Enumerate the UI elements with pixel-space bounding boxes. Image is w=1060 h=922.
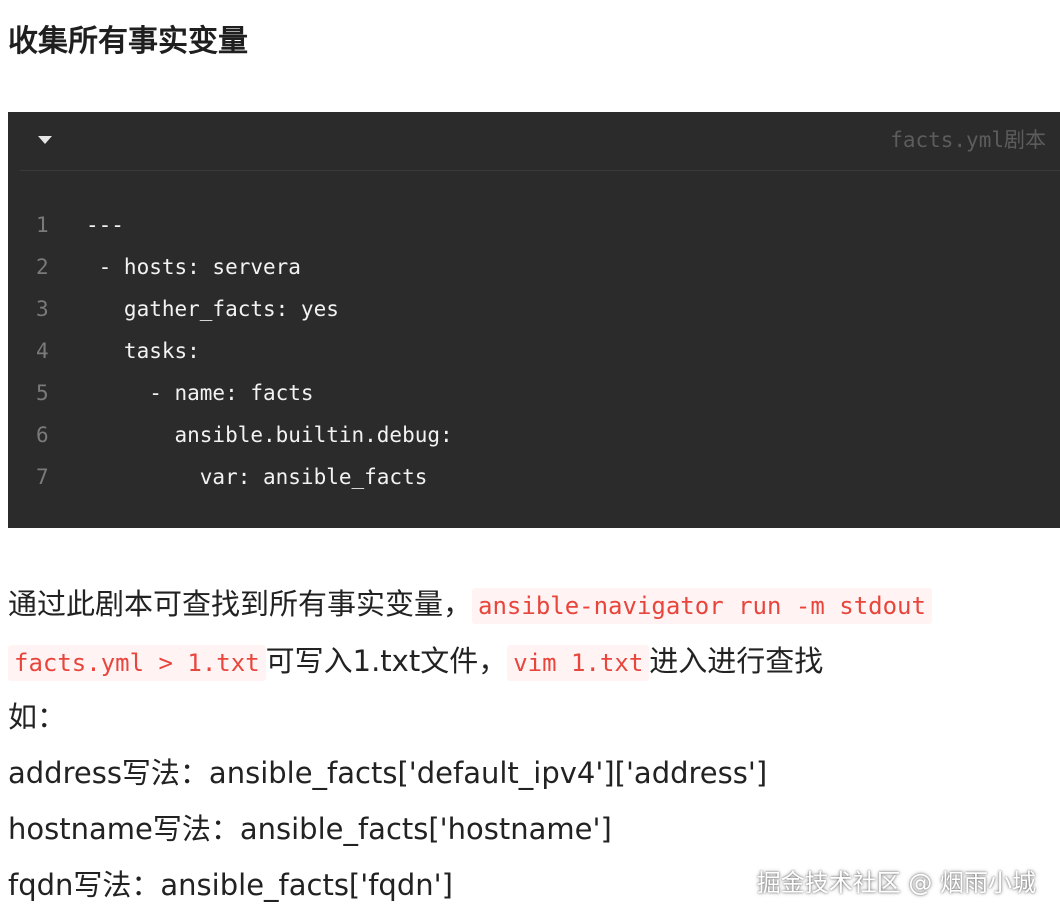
code-line: 2 - hosts: servera <box>8 246 1060 288</box>
inline-code: vim 1.txt <box>507 645 650 681</box>
line-text: var: ansible_facts <box>86 465 428 489</box>
line-text: gather_facts: yes <box>86 297 339 321</box>
paragraph-line-1: 通过此剧本可查找到所有事实变量， ansible-navigator run -m… <box>8 584 932 626</box>
line-number: 5 <box>36 381 49 405</box>
code-line: 6 ansible.builtin.debug: <box>8 414 1060 456</box>
code-line: 5 - name: facts <box>8 372 1060 414</box>
line-number: 2 <box>36 255 49 279</box>
line-number: 1 <box>36 213 49 237</box>
inline-code: facts.yml > 1.txt <box>8 645 266 681</box>
paragraph-line-2: facts.yml > 1.txt 可写入1.txt文件， vim 1.txt 进入进… <box>8 641 823 683</box>
paragraph-text: 通过此剧本可查找到所有事实变量， <box>8 587 473 621</box>
code-block: facts.yml剧本 1 --- 2 - hosts: servera 3 g… <box>8 112 1060 528</box>
line-text: ansible.builtin.debug: <box>86 423 453 447</box>
code-line: 7 var: ansible_facts <box>8 456 1060 498</box>
paragraph-line-5: hostname写法：ansible_facts['hostname'] <box>8 812 612 846</box>
paragraph-line-3: 如： <box>8 700 67 734</box>
paragraph-text: 进入进行查找 <box>649 644 824 678</box>
code-line: 3 gather_facts: yes <box>8 288 1060 330</box>
inline-code: ansible-navigator run -m stdout <box>472 588 932 624</box>
line-number: 4 <box>36 339 49 363</box>
line-text: - name: facts <box>86 381 314 405</box>
line-text: - hosts: servera <box>86 255 301 279</box>
code-body[interactable]: 1 --- 2 - hosts: servera 3 gather_facts:… <box>8 204 1060 498</box>
paragraph-text: 可写入1.txt文件， <box>265 644 508 678</box>
line-text: tasks: <box>86 339 200 363</box>
paragraph-line-4: address写法：ansible_facts['default_ipv4'][… <box>8 756 768 790</box>
line-number: 6 <box>36 423 49 447</box>
watermark: 掘金技术社区 @ 烟雨小城 <box>756 869 1036 897</box>
code-line: 1 --- <box>8 204 1060 246</box>
collapse-triangle-icon[interactable] <box>38 136 52 144</box>
paragraph-line-6: fqdn写法：ansible_facts['fqdn'] <box>8 868 453 902</box>
line-number: 7 <box>36 465 49 489</box>
section-heading: 收集所有事实变量 <box>8 24 248 59</box>
code-line: 4 tasks: <box>8 330 1060 372</box>
code-divider <box>20 170 1060 171</box>
code-block-header: facts.yml剧本 <box>8 112 1060 168</box>
line-text: --- <box>86 213 124 237</box>
line-number: 3 <box>36 297 49 321</box>
code-filename: facts.yml剧本 <box>890 128 1046 152</box>
